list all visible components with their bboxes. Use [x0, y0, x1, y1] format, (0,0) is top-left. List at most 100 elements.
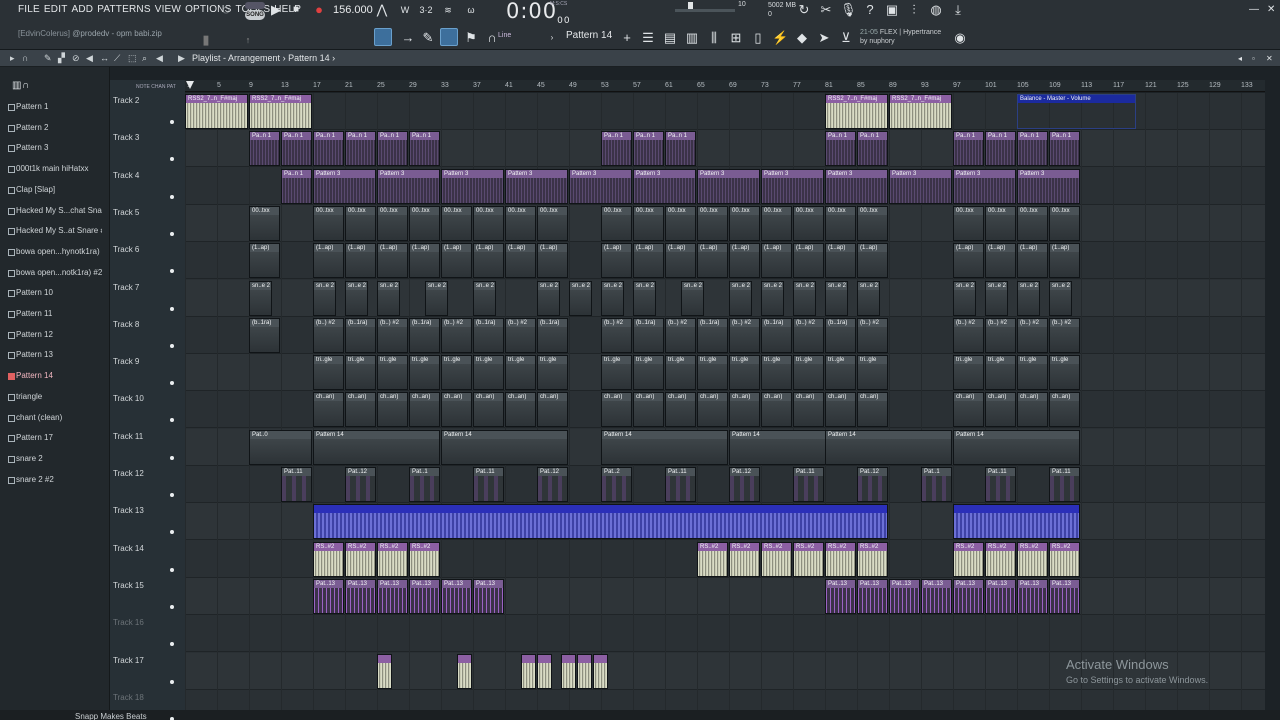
playlist-clip[interactable] [577, 653, 592, 689]
playlist-clip[interactable]: (b..) #2 [313, 317, 344, 353]
track-mute-led[interactable] [170, 306, 174, 311]
playlist-clip[interactable]: Pattern 3 [825, 168, 888, 204]
playlist-clip[interactable]: (b..1ra) [697, 317, 728, 353]
mic-input-icon[interactable]: ▮ [198, 32, 214, 48]
link-tool-button[interactable] [440, 28, 458, 46]
playlist-clip[interactable]: (1..ap) [601, 243, 632, 279]
playlist-clip[interactable]: Pat..11 [793, 467, 824, 502]
playlist-clip[interactable]: (1..ap) [1017, 243, 1048, 279]
news-panel[interactable]: 21-05 FLEX | Hypertrance by nuphory [860, 28, 941, 46]
playlist-clip[interactable]: Pa..n 1 [825, 131, 856, 167]
metronome-icon[interactable]: ⋀ [374, 2, 390, 18]
playlist-clip[interactable]: Pat..1 [921, 467, 952, 502]
playlist-clip[interactable]: Pat..12 [345, 467, 376, 502]
playlist-clip[interactable]: Pat..12 [729, 467, 760, 502]
playlist-clip[interactable]: tri..gle [857, 355, 888, 391]
playlist-clip[interactable]: Pat..12 [857, 467, 888, 502]
playlist-clip[interactable]: 00..txx [473, 205, 504, 241]
playlist-clip[interactable]: tri..gle [473, 355, 504, 391]
track-name[interactable]: Track 14 [113, 544, 144, 553]
playlist-clip[interactable]: ch..an) [857, 392, 888, 428]
playlist-clip[interactable] [561, 653, 576, 689]
playlist-clip[interactable]: Pa..n 1 [633, 131, 664, 167]
playlist-clip[interactable]: RS..#2 [1017, 541, 1048, 577]
playlist-clip[interactable]: Pat..1 [409, 467, 440, 502]
tempo-tap-icon[interactable]: ◆ [794, 30, 810, 46]
playlist-clip[interactable]: Pa..n 1 [1049, 131, 1080, 167]
playlist-clip[interactable]: sn..e 2 [377, 280, 400, 316]
brush-icon[interactable]: ▞ [58, 53, 65, 64]
playlist-maximize-icon[interactable]: ▫ [1252, 54, 1255, 63]
playlist-clip[interactable]: 00..txx [537, 205, 568, 241]
playlist-clip[interactable]: Pattern 3 [697, 168, 760, 204]
track-mute-led[interactable] [170, 679, 174, 684]
menu-view[interactable]: VIEW [155, 4, 181, 15]
playlist-clip[interactable]: 00..txx [985, 205, 1016, 241]
playlist-clip[interactable]: RS..#2 [729, 541, 760, 577]
playlist-clip[interactable]: ch..an) [633, 392, 664, 428]
playlist-clip[interactable]: (b..) #2 [953, 317, 984, 353]
playlist-clip[interactable]: RSS2_7..n_F#maj [889, 94, 952, 129]
slice-icon[interactable]: ⟋ [114, 53, 120, 64]
playlist-clip[interactable]: Pat..13 [473, 578, 504, 614]
playlist-clip[interactable]: (b..) #2 [729, 317, 760, 353]
playlist-clip[interactable]: tri..gle [313, 355, 344, 391]
playlist-clip[interactable]: sn..e 2 [345, 280, 368, 316]
playlist-clip[interactable]: (b..) #2 [441, 317, 472, 353]
menu-patterns[interactable]: PATTERNS [97, 4, 150, 15]
plugin-icon[interactable]: ⊞ [728, 30, 744, 46]
playlist-clip[interactable]: Pa..n 1 [665, 131, 696, 167]
track-name[interactable]: Track 9 [113, 357, 139, 366]
track-name[interactable]: Track 4 [113, 171, 139, 180]
track-mute-led[interactable] [170, 120, 174, 124]
playlist-clip[interactable] [521, 653, 536, 689]
playlist-clip[interactable]: RS..#2 [985, 541, 1016, 577]
playlist-clip[interactable]: ch..an) [377, 392, 408, 428]
playlist-clip[interactable] [953, 504, 1080, 540]
playlist-clip[interactable]: Pa..n 1 [601, 131, 632, 167]
playhead-marker[interactable] [186, 81, 194, 89]
picker-item[interactable]: snare 2 #2 [6, 470, 102, 489]
playlist-clip[interactable]: 00..txx [441, 205, 472, 241]
picker-item[interactable]: snare 2 [6, 449, 102, 468]
track-name[interactable]: Track 18 [113, 693, 144, 702]
track-mute-led[interactable] [170, 604, 174, 609]
track-name[interactable]: Track 15 [113, 581, 144, 590]
chat-icon[interactable]: ◍ [928, 2, 944, 18]
mute-icon[interactable]: ◀ [86, 53, 93, 64]
playlist-clip[interactable]: Pa..n 1 [281, 168, 312, 204]
picker-item[interactable]: Pattern 3 [6, 138, 102, 157]
playlist-clip[interactable]: Pat..12 [537, 467, 568, 502]
file-icon[interactable]: ▯ [750, 30, 766, 46]
playlist-clip[interactable]: 00..txx [953, 205, 984, 241]
playlist-clip[interactable]: (b..1ra) [633, 317, 664, 353]
playlist-clip[interactable]: ch..an) [665, 392, 696, 428]
play-range-icon[interactable]: ◀ [156, 53, 163, 64]
playlist-clip[interactable]: sn..e 2 [681, 280, 704, 316]
picker-item[interactable]: Pattern 14 [6, 366, 102, 385]
playlist-detach-icon[interactable]: ◂ [1238, 54, 1242, 63]
playlist-clip[interactable]: (b..) #2 [601, 317, 632, 353]
playlist-clip[interactable]: sn..e 2 [985, 280, 1008, 316]
picker-item[interactable]: Pattern 1 [6, 97, 102, 116]
piano-roll-icon[interactable]: ▤ [662, 30, 678, 46]
track-name[interactable]: Track 2 [113, 96, 139, 105]
add-pattern-icon[interactable]: + [619, 30, 635, 46]
playlist-clip[interactable]: sn..e 2 [425, 280, 448, 316]
playlist-clip[interactable]: tri..gle [665, 355, 696, 391]
blend-notes-icon[interactable]: ≋ [440, 2, 456, 18]
playlist-clip[interactable]: 00..txx [377, 205, 408, 241]
playlist-clip[interactable]: Pat..0 [249, 429, 312, 465]
playlist-clip[interactable]: sn..e 2 [857, 280, 880, 316]
playlist-clip[interactable]: tri..gle [1017, 355, 1048, 391]
playlist-clip[interactable]: RS..#2 [313, 541, 344, 577]
picker-view-icon[interactable]: ▥ [12, 80, 21, 91]
track-name[interactable]: Track 7 [113, 283, 139, 292]
playlist-clip[interactable]: Pa..n 1 [249, 131, 280, 167]
minimize-icon[interactable]: — [1249, 4, 1259, 15]
loop-record-icon[interactable]: ω [463, 2, 479, 18]
playlist-clip[interactable]: Pat..13 [985, 578, 1016, 614]
playlist-clip[interactable]: Pattern 3 [377, 168, 440, 204]
playlist-clip[interactable]: sn..e 2 [249, 280, 272, 316]
track-mute-led[interactable] [170, 493, 174, 497]
